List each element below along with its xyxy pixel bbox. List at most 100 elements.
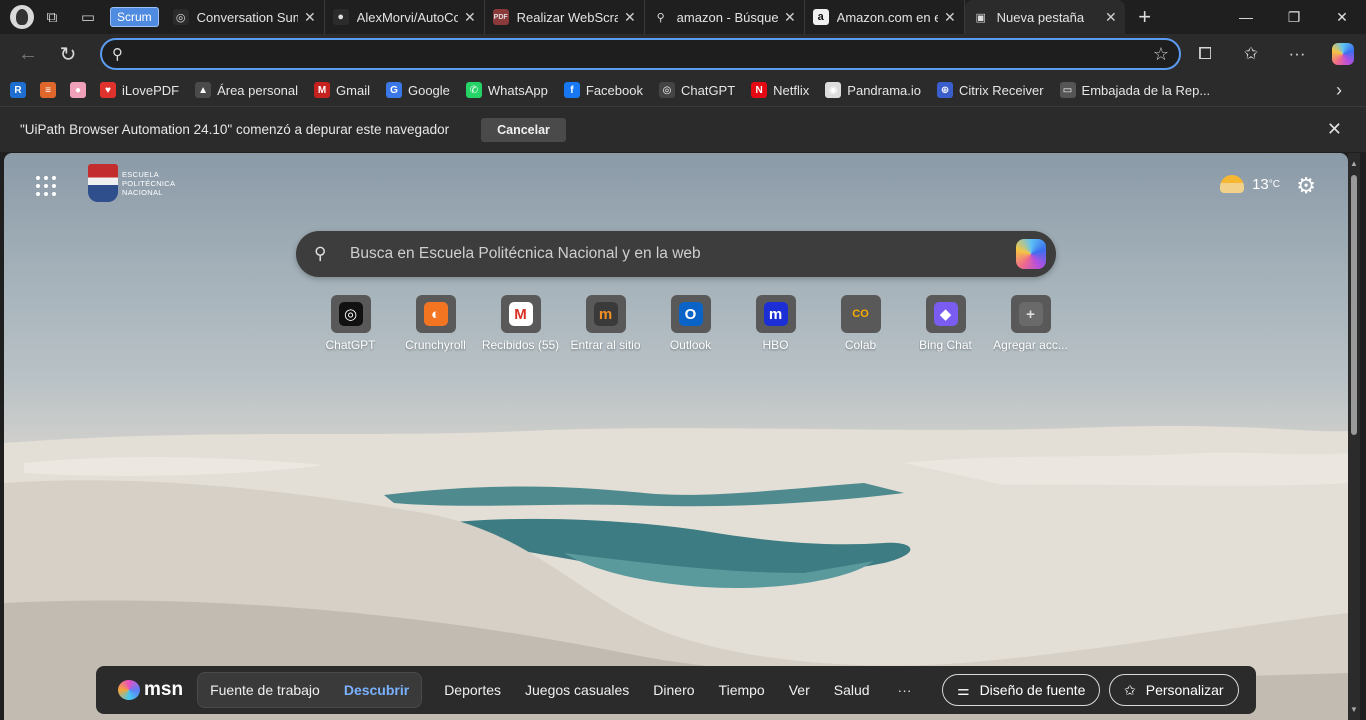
scroll-down-icon[interactable]: ▼ — [1350, 705, 1358, 714]
bookmark-item[interactable]: ● — [70, 82, 92, 98]
bookmark-item[interactable]: N Netflix — [751, 82, 809, 98]
scroll-up-icon[interactable]: ▲ — [1350, 159, 1358, 168]
quick-link-icon-box: ◐ — [415, 295, 456, 333]
personalize-button[interactable]: ✩ Personalizar — [1109, 674, 1239, 706]
bookmark-item[interactable]: ♥ iLovePDF — [100, 82, 179, 98]
bookmark-favicon-icon: ● — [70, 82, 86, 98]
infobar-close-icon[interactable]: ✕ — [1327, 119, 1342, 140]
scrollbar-thumb[interactable] — [1351, 175, 1357, 435]
tab-close-icon[interactable]: ✕ — [784, 9, 796, 26]
bookmark-item[interactable]: ≡ — [40, 82, 62, 98]
tab-actions-icon[interactable]: ▭ — [70, 0, 106, 34]
page-settings-gear-icon[interactable]: ⚙ — [1296, 173, 1316, 199]
restore-button[interactable]: ❐ — [1270, 0, 1318, 34]
feed-category-link[interactable]: Dinero — [653, 682, 694, 698]
bookmarks-overflow-chevron-icon[interactable]: › — [1336, 80, 1342, 101]
tab-close-icon[interactable]: ✕ — [464, 9, 476, 26]
bookmark-item[interactable]: ▲ Área personal — [195, 82, 298, 98]
quick-link-tile[interactable]: CO Colab — [818, 295, 903, 352]
tab-title: Conversation Sum — [196, 9, 298, 25]
toolbar: ← ↻ ⚲ ☆ ⧠ ✩ ··· — [0, 34, 1366, 74]
quick-link-tile[interactable]: ◆ Bing Chat — [903, 295, 988, 352]
close-window-button[interactable]: ✕ — [1318, 0, 1366, 34]
bookmark-item[interactable]: ⊕ Citrix Receiver — [937, 82, 1044, 98]
copilot-icon[interactable] — [1320, 43, 1366, 65]
apps-launcher-icon[interactable] — [36, 176, 56, 196]
quick-link-icon: O — [678, 302, 703, 326]
more-menu-icon[interactable]: ··· — [1274, 44, 1320, 64]
browser-tab[interactable]: PDF Realizar WebScrap ✕ — [485, 0, 645, 34]
tab-favicon-icon: ▣ — [972, 9, 989, 25]
browser-tab[interactable]: ▣ Nueva pestaña ✕ — [964, 0, 1125, 34]
page-scrollbar[interactable]: ▲ ▼ — [1348, 153, 1360, 720]
bookmark-item[interactable]: M Gmail — [314, 82, 370, 98]
weather-widget[interactable]: 13 °C — [1220, 175, 1280, 193]
copilot-icon[interactable] — [1016, 239, 1046, 269]
tab-group-scrum[interactable]: Scrum — [110, 7, 159, 27]
back-button[interactable]: ← — [8, 34, 48, 74]
bookmark-favicon-icon: ▭ — [1059, 82, 1076, 98]
feed-category-link[interactable]: Tiempo — [719, 682, 765, 698]
bookmark-item[interactable]: ◉ Pandrama.io — [825, 82, 921, 98]
bookmark-favicon-icon: G — [385, 82, 402, 98]
browser-tab[interactable]: ◎ Conversation Sum ✕ — [165, 0, 325, 34]
msn-butterfly-icon — [118, 680, 140, 700]
tab-close-icon[interactable]: ✕ — [304, 9, 316, 26]
search-placeholder[interactable]: Busca en Escuela Politécnica Nacional y … — [350, 245, 1016, 263]
feed-design-button[interactable]: ⚌ Diseño de fuente — [942, 674, 1101, 706]
bookmark-favicon-icon: M — [314, 82, 331, 98]
bookmark-label: Embajada de la Rep... — [1081, 82, 1211, 98]
bookmarks-bar: R ≡ ● ♥ iLovePDF ▲ Área personal M Gmail G Google ✆… — [0, 74, 1366, 106]
feed-category-link[interactable]: Ver — [789, 682, 810, 698]
browser-tab[interactable]: ● AlexMorvi/AutoCo ✕ — [325, 0, 485, 34]
more-categories-button[interactable]: ··· — [898, 682, 912, 698]
bookmark-item[interactable]: ✆ WhatsApp — [465, 82, 548, 98]
bookmark-favicon-icon: ◉ — [825, 82, 842, 98]
bookmark-favicon-icon: ≡ — [40, 82, 56, 98]
quick-link-tile[interactable]: m HBO — [733, 295, 818, 352]
cancel-button[interactable]: Cancelar — [481, 117, 566, 142]
quick-link-tile[interactable]: M Recibidos (55) — [478, 295, 563, 352]
bookmark-item[interactable]: R — [10, 82, 32, 98]
workspaces-icon[interactable]: ⧉ — [34, 0, 70, 34]
tab-strip: ⧉ ▭ Scrum ◎ Conversation Sum ✕ ● AlexMorvi/A… — [0, 0, 1366, 34]
bookmark-item[interactable]: G Google — [385, 82, 450, 98]
quick-link-tile[interactable]: + Agregar acc... — [988, 295, 1073, 352]
feed-category-link[interactable]: Juegos casuales — [525, 682, 629, 698]
address-input[interactable] — [142, 46, 1143, 62]
feed-category-link[interactable]: Deportes — [444, 682, 501, 698]
tab-title: Realizar WebScrap — [516, 9, 618, 25]
quick-link-tile[interactable]: ◐ Crunchyroll — [393, 295, 478, 352]
tab-close-icon[interactable]: ✕ — [624, 9, 636, 26]
favorite-star-icon[interactable]: ☆ — [1143, 44, 1179, 65]
feed-category-link[interactable]: Salud — [834, 682, 870, 698]
bookmark-label: iLovePDF — [122, 82, 180, 98]
minimize-button[interactable]: — — [1222, 0, 1270, 34]
browser-tab[interactable]: a Amazon.com en es ✕ — [805, 0, 965, 34]
refresh-button[interactable]: ↻ — [48, 34, 88, 74]
bookmark-item[interactable]: ◎ ChatGPT — [658, 82, 735, 98]
tab-descubrir[interactable]: Descubrir — [344, 682, 409, 698]
logo-line-1: ESCUELA — [122, 169, 160, 179]
new-tab-button[interactable]: + — [1125, 4, 1165, 30]
address-bar[interactable]: ⚲ ☆ — [100, 38, 1181, 70]
quick-link-icon-box: O — [670, 295, 711, 333]
quick-link-label: Entrar al sitio — [570, 338, 641, 352]
quick-link-tile[interactable]: m Entrar al sitio — [563, 295, 648, 352]
quick-link-icon-box: m — [585, 295, 626, 333]
quick-link-tile[interactable]: O Outlook — [648, 295, 733, 352]
browser-tab[interactable]: ⚲ amazon - Búsqued ✕ — [645, 0, 805, 34]
msn-logo[interactable]: msn — [118, 679, 183, 701]
extensions-icon[interactable]: ⧠ — [1182, 44, 1228, 64]
web-search-box[interactable]: ⚲ Busca en Escuela Politécnica Nacional … — [296, 231, 1056, 277]
quick-link-tile[interactable]: ◎ ChatGPT — [308, 295, 393, 352]
bookmark-label: Citrix Receiver — [959, 82, 1044, 98]
favorites-icon[interactable]: ✩ — [1228, 44, 1274, 64]
tab-close-icon[interactable]: ✕ — [1105, 9, 1117, 26]
bookmark-item[interactable]: ▭ Embajada de la Rep... — [1059, 82, 1211, 98]
tab-fuente-de-trabajo[interactable]: Fuente de trabajo — [210, 682, 320, 698]
tab-close-icon[interactable]: ✕ — [944, 9, 956, 26]
logo-line-2: POLITÉCNICA — [122, 178, 176, 188]
bookmark-item[interactable]: f Facebook — [563, 82, 643, 98]
profile-avatar[interactable] — [10, 5, 34, 29]
